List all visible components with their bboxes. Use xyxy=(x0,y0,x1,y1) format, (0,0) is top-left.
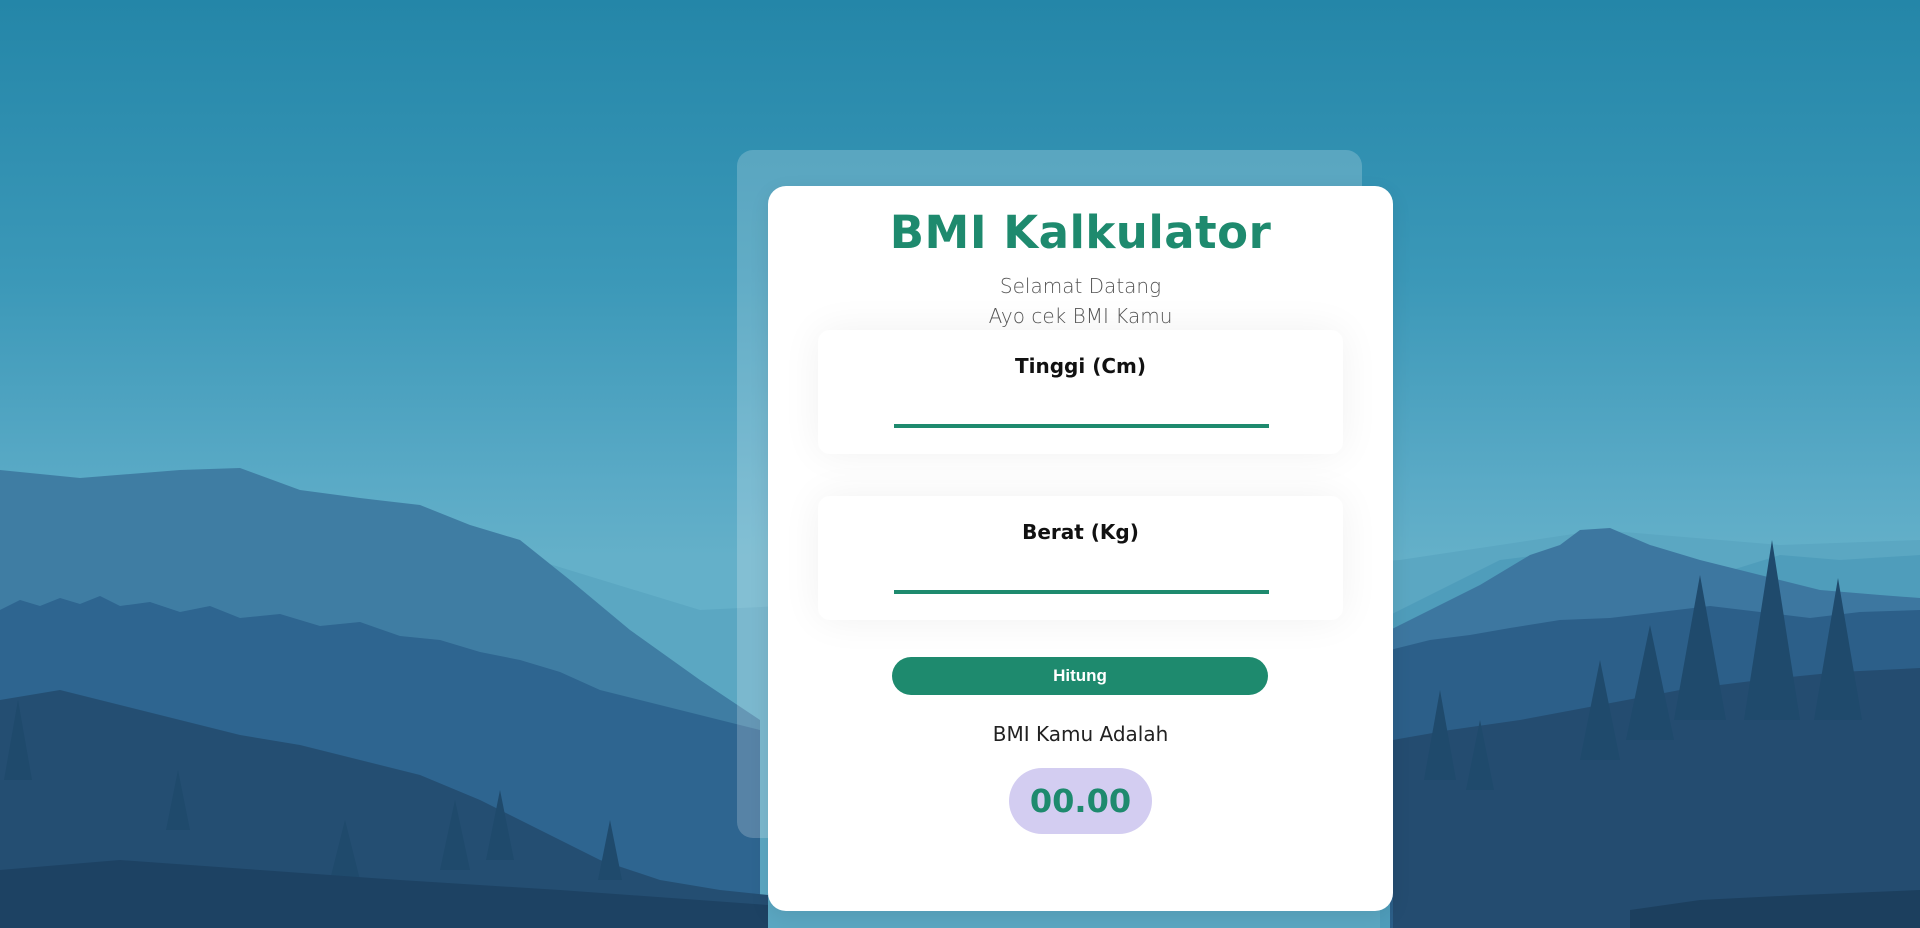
greeting-line-1: Selamat Datang xyxy=(999,274,1162,298)
weight-input[interactable] xyxy=(894,558,1269,594)
page-title: BMI Kalkulator xyxy=(889,206,1272,259)
height-label: Tinggi (Cm) xyxy=(1015,354,1146,378)
height-input[interactable] xyxy=(894,392,1269,428)
result-label: BMI Kamu Adalah xyxy=(992,722,1169,746)
height-field-group: Tinggi (Cm) xyxy=(818,330,1343,454)
calculate-button[interactable]: Hitung xyxy=(892,657,1268,695)
greeting-line-2: Ayo cek BMI Kamu xyxy=(988,304,1173,328)
weight-field-group: Berat (Kg) xyxy=(818,496,1343,620)
weight-label: Berat (Kg) xyxy=(1022,520,1139,544)
bmi-card: BMI Kalkulator Selamat Datang Ayo cek BM… xyxy=(768,186,1393,911)
bmi-result-badge: 00.00 xyxy=(1009,768,1152,834)
